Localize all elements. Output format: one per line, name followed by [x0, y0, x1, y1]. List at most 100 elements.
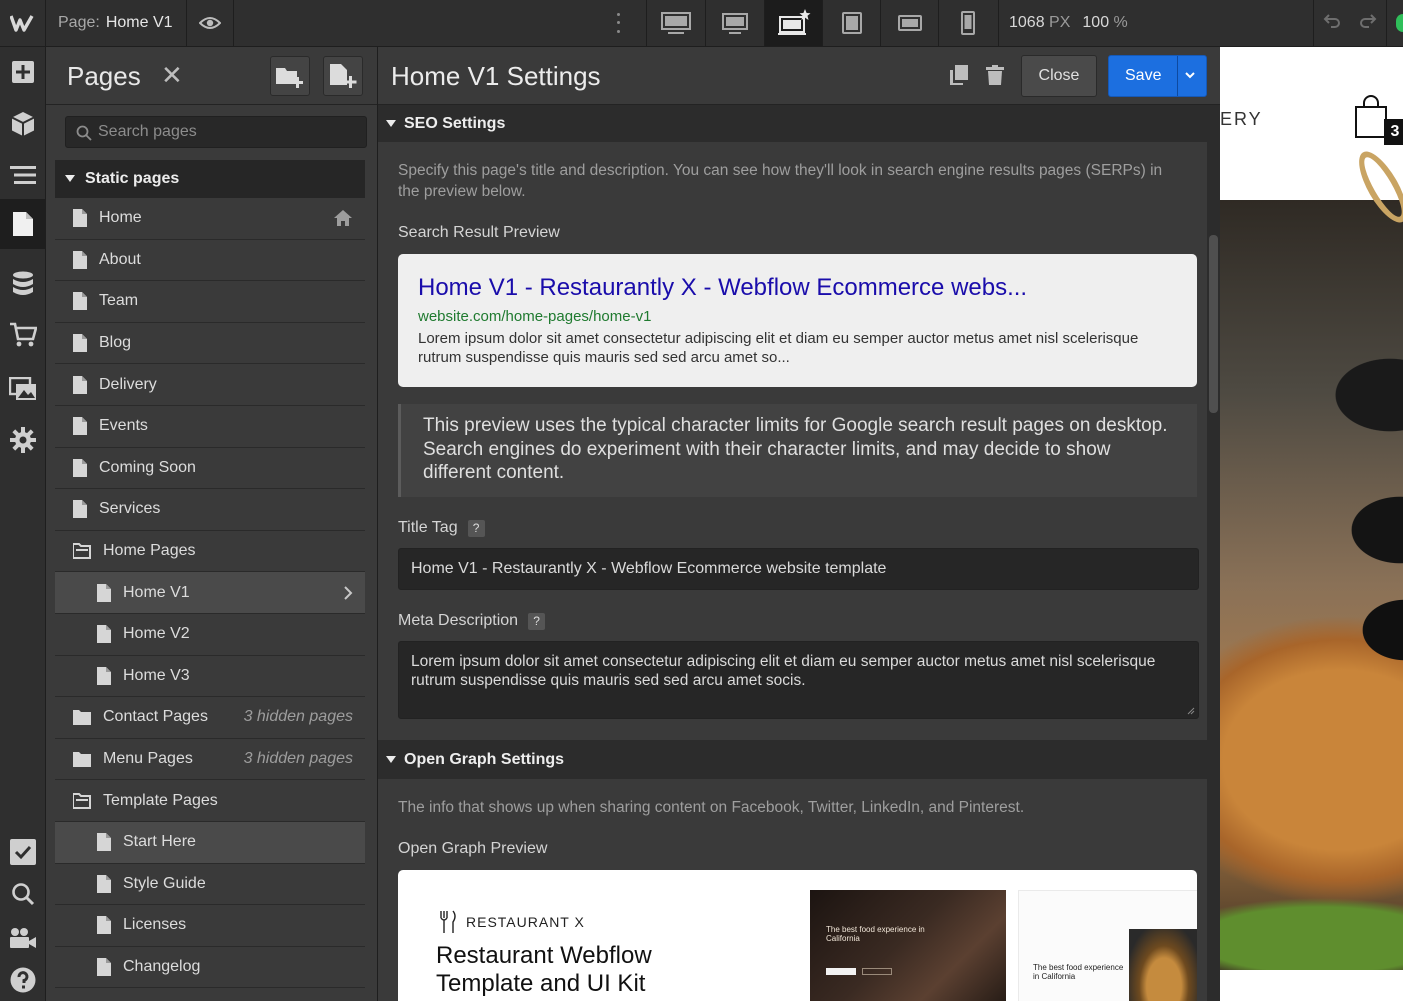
page-row[interactable]: Coming Soon — [55, 447, 365, 490]
page-row-label: Events — [99, 417, 148, 435]
page-row[interactable]: Menu Pages 3 hidden pages — [55, 738, 365, 781]
page-icon — [73, 209, 87, 228]
page-row[interactable]: Contact Pages 3 hidden pages — [55, 697, 365, 739]
page-row[interactable]: Home V3 — [55, 655, 365, 698]
page-row[interactable]: Events — [55, 405, 365, 448]
page-icon — [97, 625, 111, 644]
help-icon[interactable] — [0, 955, 46, 1001]
page-settings-panel: Home V1 Settings Close Save SEO Settings… — [378, 47, 1220, 1001]
settings-gear-icon[interactable] — [0, 415, 46, 465]
page-row[interactable]: Home V2 — [55, 613, 365, 656]
shopping-bag-icon[interactable] — [1354, 93, 1388, 141]
search-preview-label: Search Result Preview — [398, 224, 560, 241]
duplicate-page-icon[interactable] — [949, 65, 969, 90]
width-unit: PX — [1049, 14, 1071, 31]
new-folder-button[interactable] — [270, 56, 310, 96]
breakpoint-mobile-portrait-icon[interactable] — [938, 0, 996, 46]
preview-eye-icon[interactable] — [186, 0, 234, 46]
meta-description-textarea[interactable]: Lorem ipsum dolor sit amet consectetur a… — [398, 641, 1199, 719]
page-row[interactable]: About — [55, 239, 365, 282]
pages-icon[interactable] — [0, 199, 46, 249]
webflow-logo-icon[interactable] — [0, 0, 46, 46]
page-icon — [73, 417, 87, 436]
page-row[interactable]: Home — [55, 198, 365, 240]
page-row[interactable]: Home Pages — [55, 530, 365, 573]
scrollbar-thumb[interactable] — [1209, 235, 1218, 413]
caret-down-icon — [386, 755, 396, 763]
folder-icon — [73, 752, 91, 768]
static-pages-group-header[interactable]: Static pages — [55, 160, 365, 198]
search-icon[interactable] — [0, 869, 46, 919]
current-page-name: Home V1 — [105, 14, 173, 31]
page-row[interactable]: Licenses — [55, 905, 365, 947]
ecommerce-cart-icon[interactable] — [0, 310, 46, 360]
publish-status-indicator[interactable] — [1396, 14, 1403, 32]
fork-knife-logo-icon — [440, 910, 456, 933]
viewport-size-readout: 1068 PX 100 % — [998, 0, 1128, 46]
burger-thumbnail — [1129, 929, 1197, 1001]
page-row[interactable]: Changelog — [55, 946, 365, 989]
width-value: 1068 — [1009, 14, 1045, 31]
page-row[interactable]: Blog — [55, 322, 365, 365]
help-tooltip-icon[interactable]: ? — [467, 519, 485, 537]
close-pages-panel-icon[interactable]: ✕ — [161, 60, 183, 91]
breakpoint-large-desktop-icon[interactable] — [646, 0, 704, 46]
canvas-bottom-strip — [1220, 970, 1403, 1001]
breakpoint-desktop-large-icon[interactable] — [705, 0, 763, 46]
page-row[interactable]: Start Here — [55, 821, 365, 864]
page-row[interactable]: Home V1 — [55, 572, 365, 614]
page-icon — [73, 500, 87, 519]
page-row[interactable]: Delivery — [55, 364, 365, 406]
resize-grip-icon[interactable] — [1187, 707, 1195, 715]
seo-settings-header[interactable]: SEO Settings — [378, 105, 1207, 142]
page-icon — [97, 874, 111, 893]
nav-link-fragment[interactable]: ERY — [1220, 109, 1263, 130]
page-row-label: Template Pages — [103, 791, 218, 809]
page-row[interactable]: Template Pages — [55, 780, 365, 822]
page-row-label: Home V3 — [123, 666, 190, 684]
left-toolbar — [0, 47, 46, 1001]
page-icon — [73, 375, 87, 394]
more-options-icon[interactable] — [608, 10, 628, 36]
redo-icon[interactable] — [1359, 13, 1377, 34]
settings-header: Home V1 Settings Close Save — [378, 47, 1220, 105]
page-icon — [97, 666, 111, 685]
settings-scrollbar[interactable] — [1207, 105, 1220, 1001]
current-page-indicator[interactable]: Page: Home V1 — [58, 14, 173, 32]
navigator-icon[interactable] — [0, 150, 46, 200]
new-page-icon — [330, 64, 357, 88]
save-button[interactable]: Save — [1108, 55, 1207, 97]
page-row[interactable]: Team — [55, 281, 365, 323]
og-image-light: The best food experience in California — [1018, 890, 1197, 1001]
assets-icon[interactable] — [0, 364, 46, 414]
chevron-right-icon[interactable] — [343, 572, 353, 613]
undo-icon[interactable] — [1323, 13, 1341, 34]
delete-page-icon[interactable] — [986, 65, 1004, 90]
search-pages-input[interactable]: Search pages — [65, 116, 367, 148]
components-icon[interactable] — [0, 99, 46, 149]
page-row[interactable]: Style Guide — [55, 863, 365, 906]
title-tag-input[interactable]: Home V1 - Restaurantly X - Webflow Ecomm… — [398, 548, 1199, 590]
cart-count-badge: 3 — [1384, 119, 1403, 145]
group-label: Static pages — [85, 170, 180, 187]
page-icon — [97, 833, 111, 852]
chevron-down-icon[interactable] — [1184, 69, 1196, 81]
open-graph-settings-header[interactable]: Open Graph Settings — [378, 740, 1207, 779]
design-canvas[interactable]: ERY 3 — [1220, 47, 1403, 1001]
help-tooltip-icon[interactable]: ? — [528, 612, 546, 630]
breakpoint-desktop-base-icon[interactable] — [764, 0, 822, 46]
cms-icon[interactable] — [0, 259, 46, 309]
page-row[interactable]: Services — [55, 489, 365, 531]
folder-open-icon — [73, 792, 91, 809]
new-page-button[interactable] — [323, 56, 363, 96]
save-label: Save — [1125, 67, 1162, 84]
close-button[interactable]: Close — [1021, 55, 1097, 97]
settings-content: SEO Settings Specify this page's title a… — [378, 105, 1207, 1001]
page-row-label: Home Pages — [103, 542, 196, 560]
add-panel-icon[interactable] — [0, 47, 46, 97]
breakpoint-mobile-landscape-icon[interactable] — [880, 0, 938, 46]
page-row-label: Menu Pages — [103, 750, 193, 768]
page-row-label: Changelog — [123, 957, 201, 975]
home-icon — [333, 198, 353, 239]
breakpoint-tablet-icon[interactable] — [822, 0, 880, 46]
